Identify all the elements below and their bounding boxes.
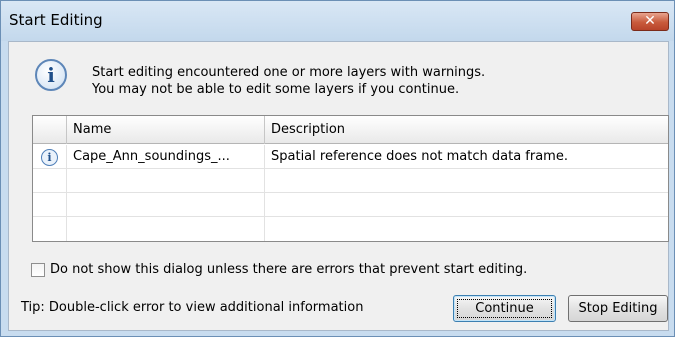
table-header: Name Description — [33, 116, 668, 144]
dont-show-label[interactable]: Do not show this dialog unless there are… — [50, 262, 527, 278]
column-header-description[interactable]: Description — [265, 116, 668, 144]
description-cell: Spatial reference does not match data fr… — [271, 149, 568, 164]
tip-text: Tip: Double-click error to view addition… — [21, 300, 364, 315]
start-editing-dialog: Start Editing ✕ i Start editing encounte… — [0, 0, 675, 337]
description-cell — [265, 217, 668, 241]
stop-editing-button[interactable]: Stop Editing — [568, 295, 668, 322]
info-icon: i — [35, 59, 67, 91]
layer-name-cell — [67, 217, 265, 241]
row-icon-cell — [33, 169, 67, 193]
title-bar[interactable]: Start Editing ✕ — [1, 1, 674, 41]
table-row[interactable] — [33, 217, 668, 241]
close-button[interactable]: ✕ — [631, 12, 669, 31]
column-header-icon[interactable] — [33, 116, 67, 144]
stop-editing-button-label: Stop Editing — [578, 301, 658, 316]
table-row[interactable]: i Cape_Ann_soundings_... Spatial referen… — [33, 145, 668, 169]
row-icon-cell — [33, 217, 67, 241]
continue-button[interactable]: Continue — [453, 295, 556, 322]
row-icon-cell: i — [33, 145, 67, 169]
layer-name-cell: Cape_Ann_soundings_... — [67, 145, 265, 169]
dialog-content: i Start editing encountered one or more … — [8, 41, 669, 331]
focus-rectangle — [457, 299, 552, 318]
table-row[interactable] — [33, 169, 668, 193]
dont-show-checkbox[interactable] — [31, 263, 45, 277]
description-cell — [265, 193, 668, 217]
layer-name-cell — [67, 169, 265, 193]
warning-message: Start editing encountered one or more la… — [92, 64, 485, 98]
info-icon: i — [41, 149, 58, 166]
message-line-2: You may not be able to edit some layers … — [92, 82, 460, 97]
window-title: Start Editing — [9, 11, 103, 29]
description-cell — [265, 169, 668, 193]
layer-warnings-table: Name Description i Cape_Ann_soundings_..… — [32, 115, 669, 242]
layer-name-cell — [67, 193, 265, 217]
message-line-1: Start editing encountered one or more la… — [92, 65, 486, 80]
table-row[interactable] — [33, 193, 668, 217]
close-icon: ✕ — [644, 13, 656, 29]
row-icon-cell — [33, 193, 67, 217]
column-header-name[interactable]: Name — [67, 116, 265, 144]
